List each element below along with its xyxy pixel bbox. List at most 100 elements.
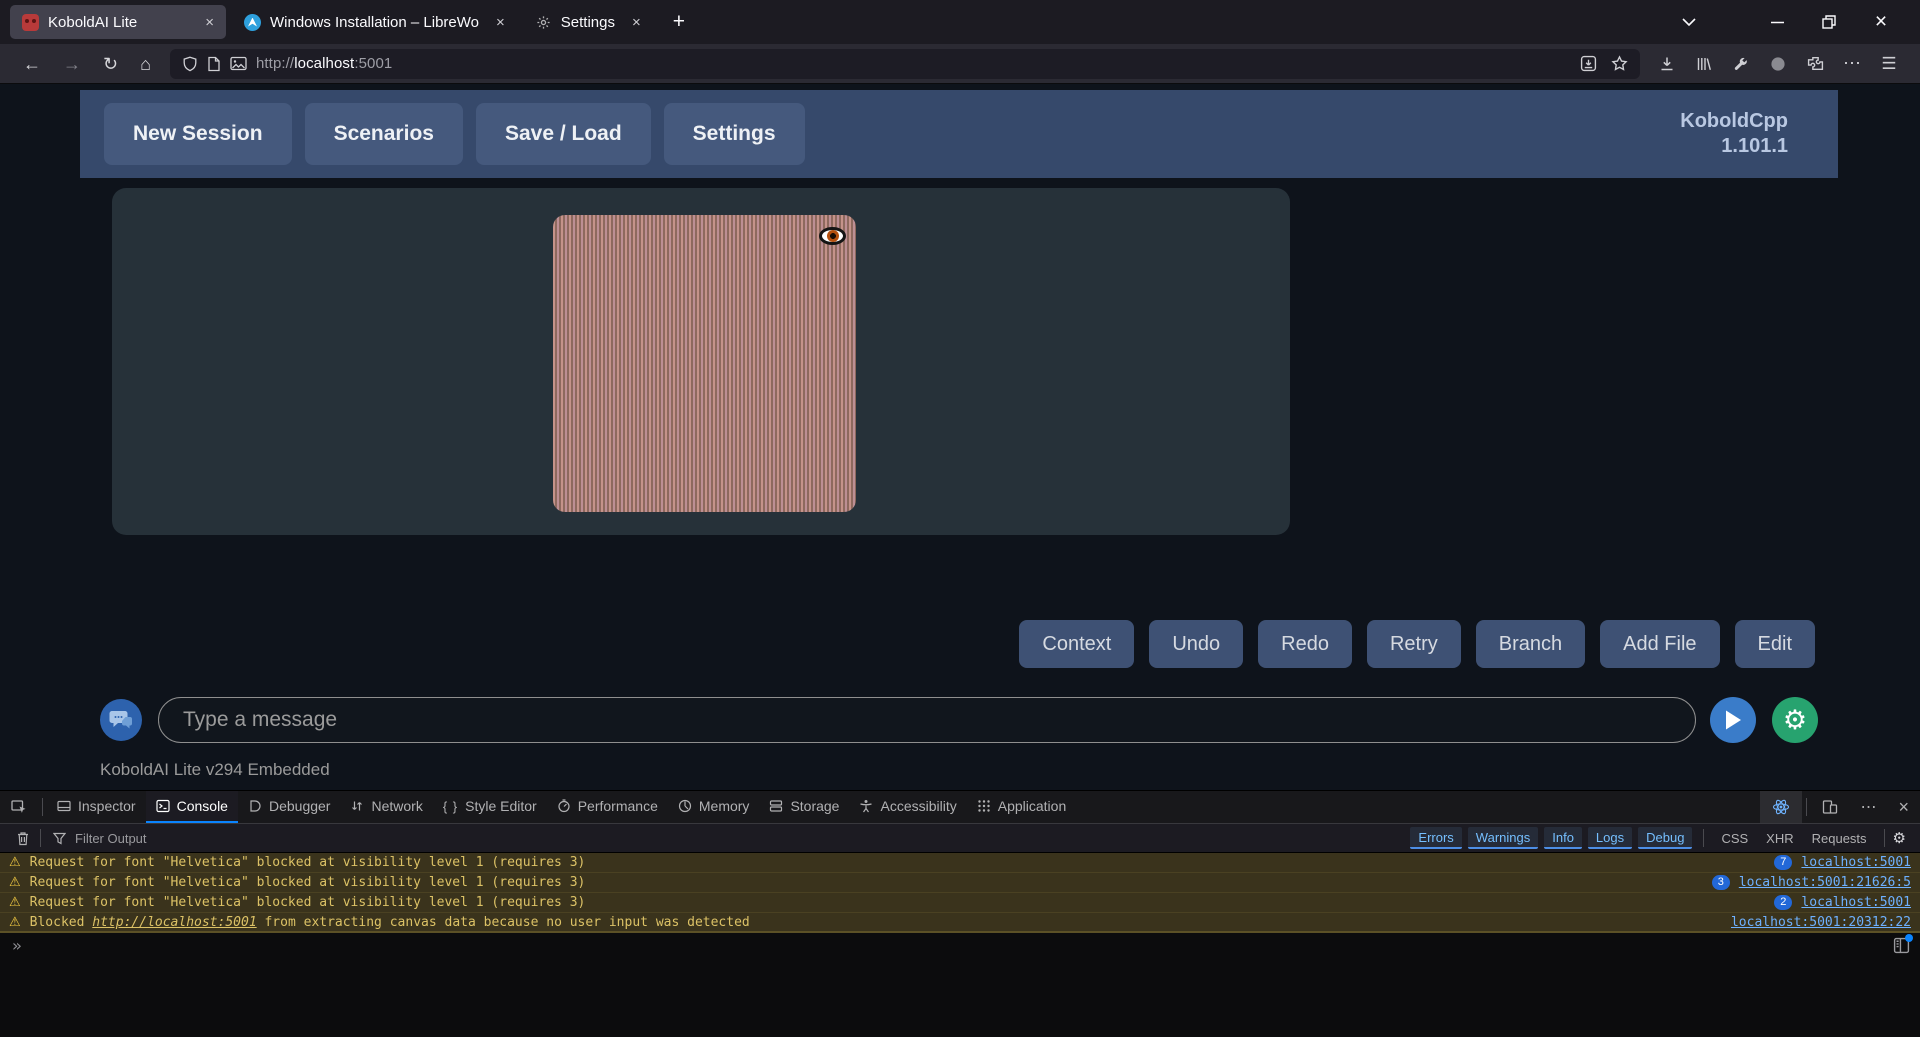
filter-logs-button[interactable]: Logs: [1587, 827, 1633, 849]
edit-button[interactable]: Edit: [1734, 620, 1815, 668]
warning-icon: ⚠: [9, 895, 21, 910]
story-area: [112, 188, 1290, 535]
app-header: New Session Scenarios Save / Load Settin…: [80, 90, 1838, 178]
page-info-icon[interactable]: [207, 56, 221, 72]
console-warning-row: ⚠ Request for font "Helvetica" blocked a…: [0, 873, 1920, 893]
network-arrows-icon: [352, 801, 363, 811]
devtools-tab-application[interactable]: Application: [967, 791, 1077, 823]
wrench-extension-icon[interactable]: [1732, 55, 1750, 73]
new-session-button[interactable]: New Session: [104, 103, 292, 165]
add-file-button[interactable]: Add File: [1600, 620, 1720, 668]
tab-list-chevron-icon[interactable]: [1680, 13, 1698, 31]
debugger-icon: [250, 800, 261, 812]
hamburger-menu-icon[interactable]: ☰: [1880, 54, 1898, 73]
devtools-menu-icon[interactable]: ⋯: [1849, 797, 1887, 817]
tab-close-icon[interactable]: ×: [205, 15, 214, 30]
send-button[interactable]: [1710, 697, 1756, 743]
devtools-tab-network[interactable]: Network: [340, 791, 432, 823]
filter-errors-button[interactable]: Errors: [1410, 827, 1462, 849]
scenarios-button[interactable]: Scenarios: [304, 103, 463, 165]
minimize-button[interactable]: [1768, 13, 1786, 31]
tracking-protection-shield-icon[interactable]: [182, 56, 198, 72]
back-button[interactable]: ←: [12, 55, 52, 73]
devtools-tab-console[interactable]: Console: [145, 791, 238, 823]
bookmark-star-icon[interactable]: [1611, 55, 1628, 72]
save-page-icon[interactable]: [1580, 55, 1597, 72]
action-button-row: Context Undo Redo Retry Branch Add File …: [1019, 620, 1815, 668]
settings-button[interactable]: Settings: [663, 103, 805, 165]
filter-info-button[interactable]: Info: [1544, 827, 1582, 849]
source-location-link[interactable]: localhost:5001: [1801, 895, 1911, 910]
tab-settings[interactable]: Settings ×: [523, 5, 653, 39]
url-port: :5001: [354, 55, 393, 72]
koboldcpp-version: KoboldCpp 1.101.1: [1680, 109, 1814, 159]
responsive-design-mode-icon[interactable]: [1811, 799, 1849, 815]
split-console-panel-icon[interactable]: [1893, 934, 1913, 954]
eye-icon[interactable]: [819, 227, 846, 245]
source-location-link[interactable]: localhost:5001: [1801, 855, 1911, 870]
url-scheme: http://: [255, 55, 295, 72]
devtools-tab-accessibility[interactable]: Accessibility: [849, 791, 966, 823]
koboldai-page: New Session Scenarios Save / Load Settin…: [0, 84, 1920, 790]
devtools-tab-memory[interactable]: Memory: [668, 791, 760, 823]
pick-element-icon[interactable]: [0, 799, 38, 815]
devtools-tab-debugger[interactable]: Debugger: [238, 791, 341, 823]
tab-close-icon[interactable]: ×: [496, 15, 505, 30]
filter-xhr-button[interactable]: XHR: [1766, 831, 1793, 846]
message-input[interactable]: [158, 697, 1696, 743]
downloads-icon[interactable]: [1658, 55, 1676, 73]
application-grid-icon: [978, 800, 990, 812]
undo-button[interactable]: Undo: [1149, 620, 1244, 668]
blocked-url-link[interactable]: http://localhost:5001: [92, 915, 256, 930]
brand-name: KoboldCpp: [1680, 110, 1788, 132]
separator: [40, 829, 41, 847]
clear-console-trash-icon[interactable]: [10, 831, 36, 846]
devtools-tab-style-editor[interactable]: { } Style Editor: [433, 791, 547, 823]
extensions-puzzle-icon[interactable]: [1806, 55, 1824, 73]
stopwatch-icon: [558, 799, 570, 813]
url-bar[interactable]: http://localhost:5001: [169, 48, 1640, 79]
koboldai-favicon: [22, 13, 39, 31]
toolbar-extensions-area: ⋯ ☰: [1654, 53, 1908, 73]
redo-button[interactable]: Redo: [1258, 620, 1352, 668]
filter-warnings-button[interactable]: Warnings: [1467, 827, 1539, 849]
console-input-line[interactable]: »: [0, 933, 1920, 958]
console-settings-gear-icon[interactable]: ⚙: [1893, 829, 1910, 847]
devtools-close-icon[interactable]: ×: [1887, 797, 1920, 818]
branch-button[interactable]: Branch: [1475, 620, 1586, 668]
quick-settings-button[interactable]: ⚙: [1772, 697, 1818, 743]
close-button[interactable]: ×: [1872, 10, 1890, 33]
devtools-tab-performance[interactable]: Performance: [547, 791, 668, 823]
forward-button[interactable]: →: [52, 55, 92, 73]
canvas-permission-image-icon[interactable]: [230, 56, 247, 71]
filter-requests-button[interactable]: Requests: [1812, 831, 1867, 846]
speech-bubbles-icon: [109, 711, 132, 729]
tab-close-icon[interactable]: ×: [632, 15, 641, 30]
filter-css-button[interactable]: CSS: [1721, 831, 1748, 846]
filter-output-input[interactable]: [73, 829, 373, 847]
new-tab-button[interactable]: +: [665, 10, 693, 34]
home-button[interactable]: ⌂: [129, 55, 162, 73]
devtools-tab-inspector[interactable]: Inspector: [47, 791, 146, 823]
source-location-link[interactable]: localhost:5001:21626:5: [1739, 875, 1911, 890]
adblock-extension-icon[interactable]: [1769, 55, 1787, 73]
source-location-link[interactable]: localhost:5001:20312:22: [1731, 915, 1911, 930]
tab-koboldai[interactable]: KoboldAI Lite ×: [10, 5, 226, 39]
tab-librewolf-installation[interactable]: Windows Installation – LibreWo ×: [232, 5, 517, 39]
restore-button[interactable]: [1820, 13, 1838, 31]
reload-button[interactable]: ↻: [92, 55, 129, 73]
overflow-menu-icon[interactable]: ⋯: [1843, 53, 1861, 73]
filter-debug-button[interactable]: Debug: [1638, 827, 1693, 849]
notification-dot: [1905, 934, 1913, 942]
generated-image[interactable]: [553, 215, 856, 512]
library-icon[interactable]: [1695, 55, 1713, 73]
save-load-button[interactable]: Save / Load: [475, 103, 651, 165]
url-text: http://localhost:5001: [256, 55, 392, 72]
chat-mode-button[interactable]: [100, 699, 142, 741]
context-button[interactable]: Context: [1019, 620, 1135, 668]
devtools-extension-atom-icon[interactable]: [1760, 791, 1803, 823]
firefox-window: KoboldAI Lite × Windows Installation – L…: [0, 0, 1920, 1037]
devtools-tab-storage[interactable]: Storage: [759, 791, 849, 823]
devtools-toolbar-right: ⋯ ×: [1760, 791, 1920, 823]
retry-button[interactable]: Retry: [1366, 620, 1461, 668]
